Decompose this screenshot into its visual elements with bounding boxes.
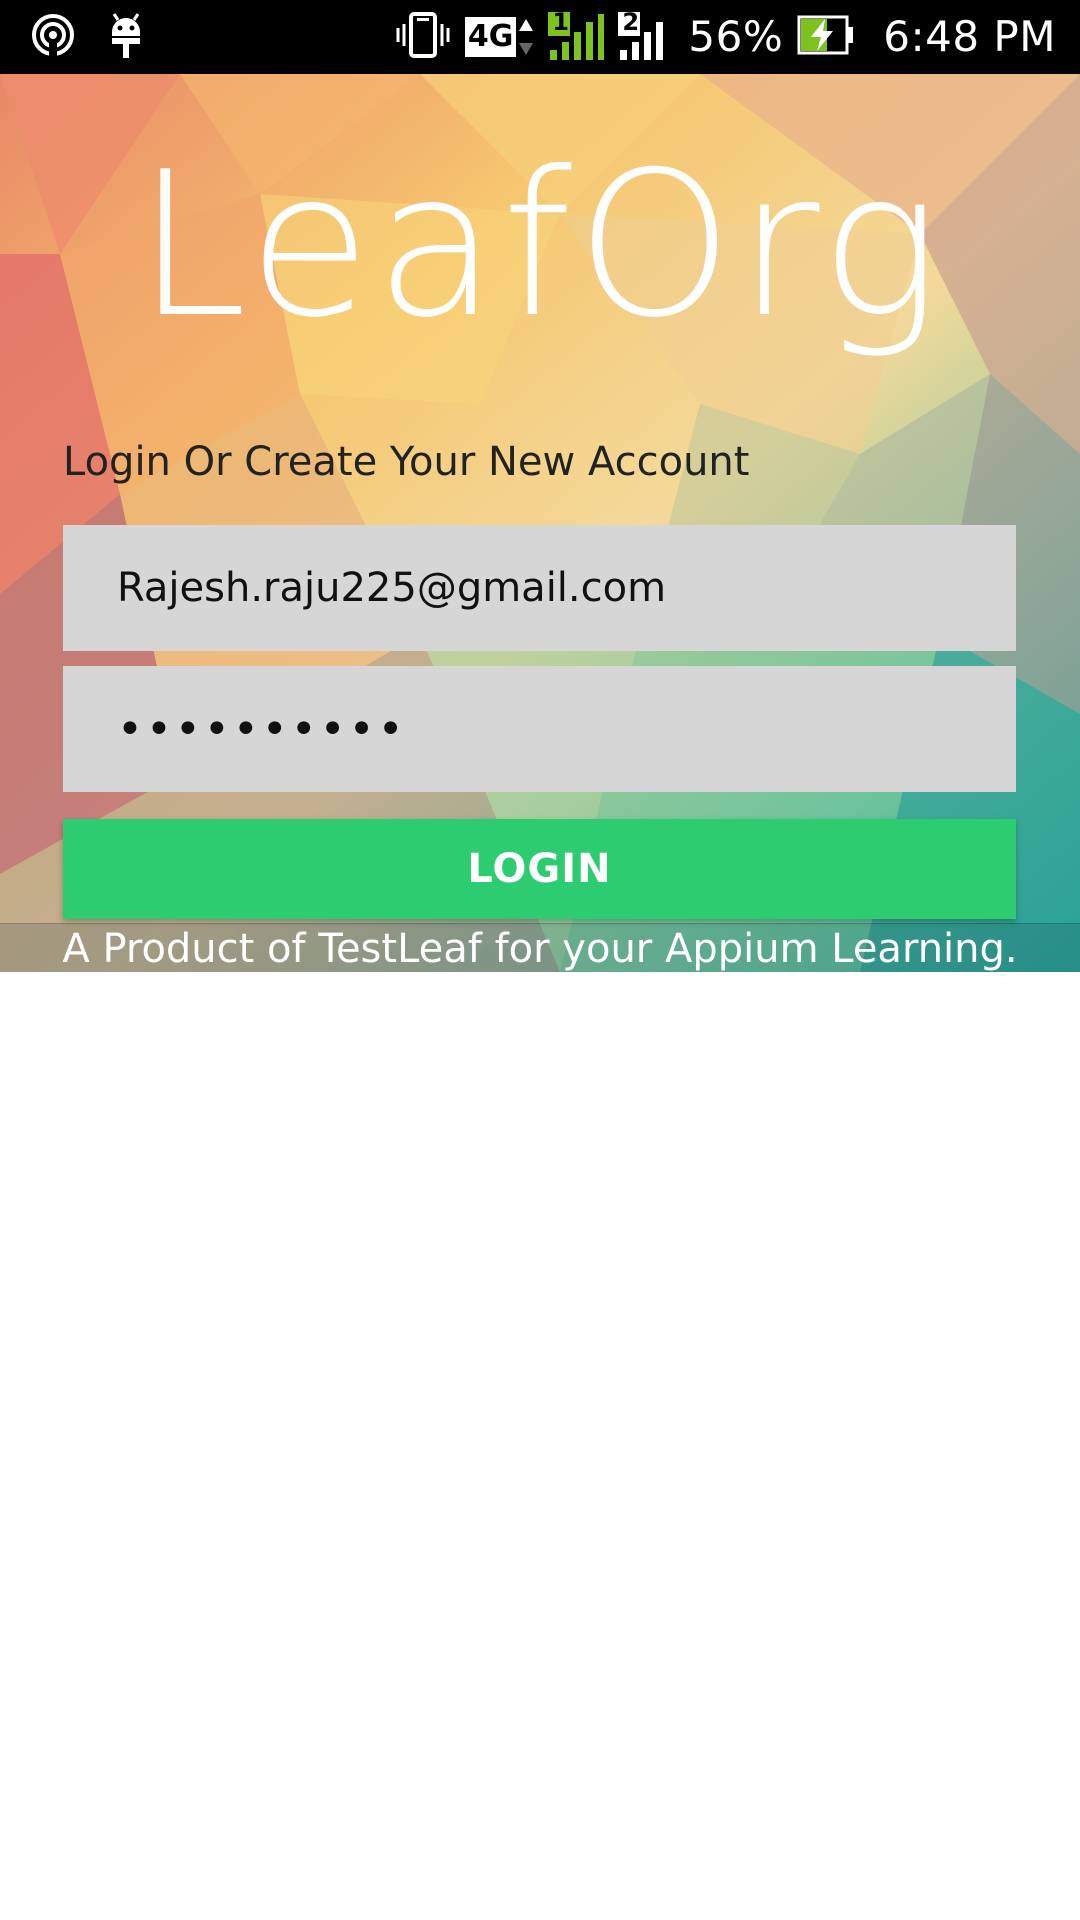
footer-text: A Product of TestLeaf for your Appium Le… <box>0 923 1080 972</box>
network-type-label: 4G <box>464 17 517 57</box>
network-4g-icon: 4G <box>464 17 535 57</box>
signal-sim2-icon: 2 <box>618 8 674 62</box>
status-bar-right: 4G 1 2 56% 6:48 PM <box>395 8 1056 64</box>
android-debug-icon <box>106 12 146 62</box>
hotspot-icon <box>30 12 76 62</box>
status-bar: 4G 1 2 56% 6:48 PM <box>0 0 1080 74</box>
status-bar-left <box>30 12 146 62</box>
password-field[interactable]: •••••••••• <box>63 666 1016 792</box>
app-logo: LeafOrg <box>135 129 945 362</box>
vibrate-icon <box>395 10 451 64</box>
sim1-label: 1 <box>552 8 570 36</box>
battery-percent: 56% <box>688 12 784 61</box>
email-field[interactable]: Rajesh.raju225@gmail.com <box>63 525 1016 651</box>
empty-area <box>0 972 1080 1920</box>
sim2-label: 2 <box>622 8 640 36</box>
login-button[interactable]: LOGIN <box>63 819 1016 919</box>
battery-charging-icon <box>797 13 855 61</box>
login-screen: LeafOrg Login Or Create Your New Account… <box>0 74 1080 972</box>
login-heading: Login Or Create Your New Account <box>63 439 750 485</box>
status-time: 6:48 PM <box>883 12 1056 61</box>
signal-sim1-icon: 1 <box>548 8 605 62</box>
